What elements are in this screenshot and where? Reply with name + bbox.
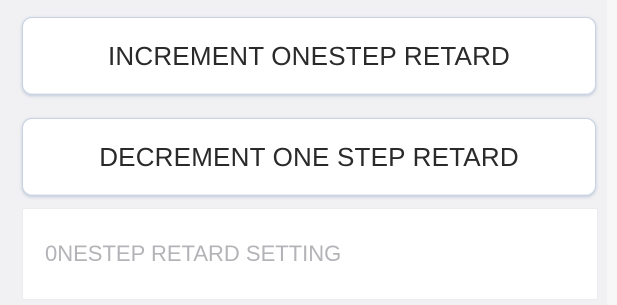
increment-onestep-retard-button[interactable]: INCREMENT ONESTEP RETARD [22,17,596,95]
onestep-retard-setting-field-container [22,208,598,300]
decrement-onestep-retard-button[interactable]: DECREMENT ONE STEP RETARD [22,118,596,196]
onestep-retard-panel: INCREMENT ONESTEP RETARD DECREMENT ONE S… [0,0,617,305]
panel-edge [607,0,617,305]
onestep-retard-setting-input[interactable] [45,209,597,299]
